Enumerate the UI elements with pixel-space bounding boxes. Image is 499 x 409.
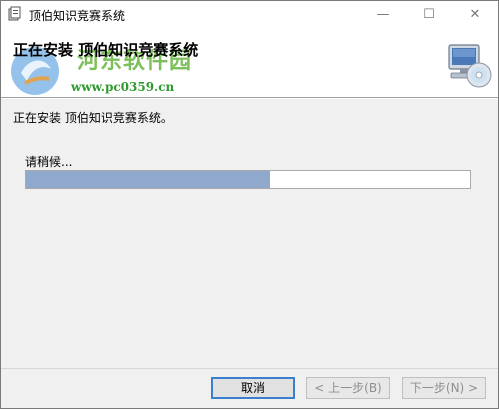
- button-bar: 取消 < 上一步(B) 下一步(N) >: [1, 369, 498, 408]
- progress-fill: [26, 171, 271, 188]
- header-banner: 河东软件园 正在安装 顶伯知识竞赛系统 www.pc0359.cn: [1, 29, 498, 97]
- maximize-button[interactable]: ☐: [406, 1, 452, 29]
- close-button[interactable]: ✕: [452, 1, 498, 29]
- install-progress-panel: 正在安装 顶伯知识竞赛系统。 请稍候...: [1, 99, 498, 369]
- install-status-text: 正在安装 顶伯知识竞赛系统。: [13, 111, 173, 125]
- header-title: 正在安装 顶伯知识竞赛系统: [13, 41, 199, 59]
- installer-app-icon: [8, 6, 21, 21]
- next-button[interactable]: 下一步(N) >: [402, 377, 486, 399]
- minimize-button[interactable]: —: [360, 1, 406, 29]
- cancel-button[interactable]: 取消: [211, 377, 295, 399]
- installer-window: 顶伯知识竞赛系统 — ☐ ✕ 河东软件园 正在安装 顶伯知识竞赛系统 www.p…: [0, 0, 499, 409]
- window-title: 顶伯知识竞赛系统: [29, 9, 126, 23]
- back-button[interactable]: < 上一步(B): [306, 377, 390, 399]
- computer-cd-icon: [448, 44, 492, 88]
- wait-label: 请稍候...: [25, 155, 73, 169]
- install-progress-bar: [25, 170, 471, 189]
- watermark-url: www.pc0359.cn: [71, 80, 175, 94]
- title-bar[interactable]: 顶伯知识竞赛系统 — ☐ ✕: [1, 1, 498, 29]
